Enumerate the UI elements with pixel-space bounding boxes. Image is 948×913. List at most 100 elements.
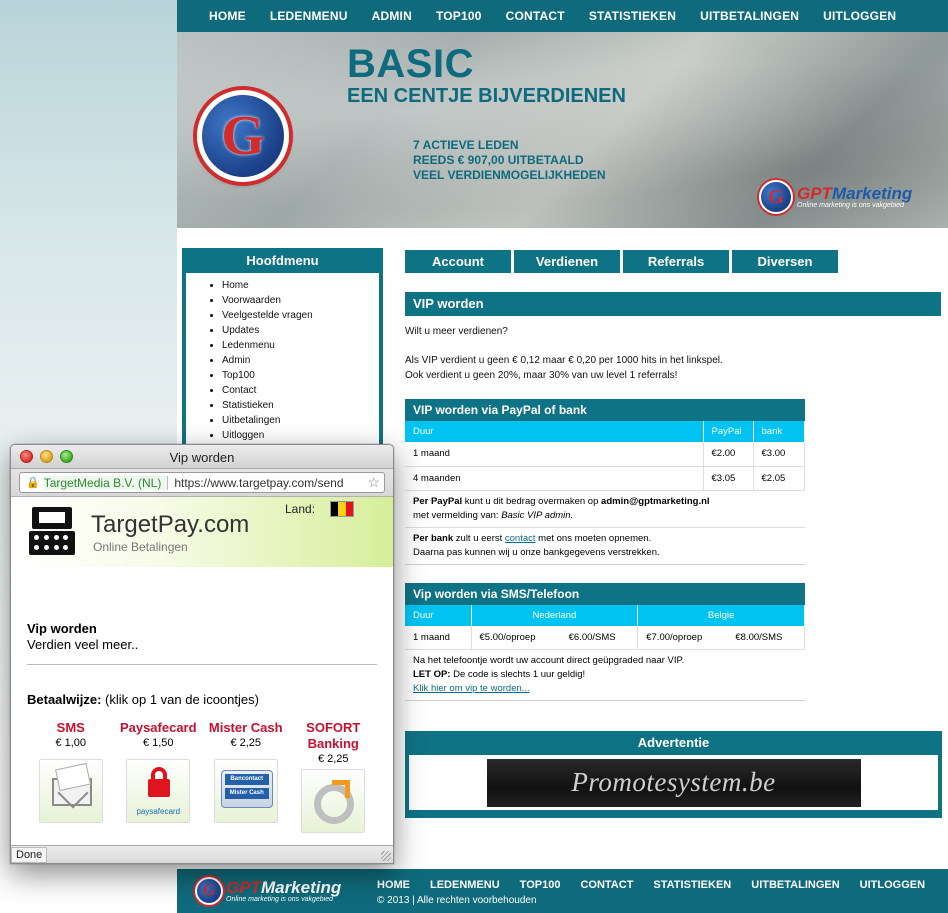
payment-title: Vip worden bbox=[27, 621, 97, 636]
method-sms[interactable]: SMS € 1,00 bbox=[27, 720, 115, 833]
sms-box: Vip worden via SMS/Telefoon Duur Nederla… bbox=[405, 582, 806, 701]
table-row: 4 maanden €3.05 €2.05 bbox=[405, 466, 805, 491]
country-label: Land: bbox=[285, 502, 316, 516]
sidebar-item-top100[interactable]: Top100 bbox=[222, 368, 379, 383]
vip-line2: Ook verdient u geen 20%, maar 30% van uw… bbox=[405, 370, 678, 381]
vip-heading: VIP worden bbox=[405, 292, 941, 316]
section-tabs: Account Verdienen Referrals Diversen bbox=[405, 250, 838, 273]
contact-link[interactable]: contact bbox=[505, 533, 536, 544]
col-bank: bank bbox=[753, 421, 805, 442]
footer: G GPTMarketing Online marketing is ons v… bbox=[177, 869, 948, 913]
paysafecard-icon[interactable]: paysafecard bbox=[126, 759, 191, 823]
url-field[interactable]: 🔒 TargetMedia B.V. (NL) https://www.targ… bbox=[19, 472, 385, 493]
site-logo: G bbox=[197, 90, 289, 182]
method-mister-cash[interactable]: Mister Cash € 2,25 Bancontact Mister Cash bbox=[202, 720, 290, 833]
footer-nav-top100[interactable]: TOP100 bbox=[520, 879, 561, 891]
col-duur: Duur bbox=[405, 421, 704, 442]
paypal-email: admin@gptmarketing.nl bbox=[601, 495, 710, 507]
table-row: 1 maand €2.00 €3.00 bbox=[405, 442, 805, 467]
window-title: Vip worden bbox=[169, 450, 235, 465]
bookmark-star-icon[interactable]: ☆ bbox=[364, 474, 380, 491]
method-paysafecard[interactable]: Paysafecard € 1,50 paysafecard bbox=[115, 720, 203, 833]
nav-uitbetalingen[interactable]: UITBETALINGEN bbox=[700, 9, 799, 23]
sms-heading: Vip worden via SMS/Telefoon bbox=[405, 582, 805, 605]
footer-nav-uitloggen[interactable]: UITLOGGEN bbox=[860, 879, 925, 891]
banner-title: BASIC bbox=[347, 42, 474, 86]
envelope-icon[interactable] bbox=[38, 759, 103, 823]
paypal-table: Duur PayPal bank 1 maand €2.00 €3.00 4 m… bbox=[405, 421, 805, 491]
payment-subtitle: Verdien veel meer.. bbox=[27, 637, 139, 652]
nav-admin[interactable]: ADMIN bbox=[372, 9, 412, 23]
stat-paid-out: REEDS € 907,00 UITBETAALD bbox=[413, 153, 584, 167]
sidebar-item-uitloggen[interactable]: Uitloggen bbox=[222, 428, 379, 443]
sidebar-item-faq[interactable]: Veelgestelde vragen bbox=[222, 308, 379, 323]
bancontact-icon[interactable]: Bancontact Mister Cash bbox=[213, 759, 278, 823]
footer-nav-uitbetalingen[interactable]: UITBETALINGEN bbox=[751, 879, 839, 891]
top-navigation: HOME LEDENMENU ADMIN TOP100 CONTACT STAT… bbox=[177, 0, 948, 32]
col-paypal: PayPal bbox=[703, 421, 754, 442]
advert-title: Advertentie bbox=[637, 735, 710, 750]
sidebar-item-statistieken[interactable]: Statistieken bbox=[222, 398, 379, 413]
payment-popup-window: Vip worden 🔒 TargetMedia B.V. (NL) https… bbox=[10, 444, 394, 864]
belgium-flag-icon[interactable] bbox=[330, 501, 354, 517]
payment-method-label: Betaalwijze: (klik op 1 van de icoontjes… bbox=[27, 692, 259, 707]
sidebar-item-voorwaarden[interactable]: Voorwaarden bbox=[222, 293, 379, 308]
footer-nav-statistieken[interactable]: STATISTIEKEN bbox=[653, 879, 731, 891]
paypal-box: VIP worden via PayPal of bank Duur PayPa… bbox=[405, 399, 805, 565]
banner-subtitle: EEN CENTJE BIJVERDIENEN bbox=[347, 85, 626, 107]
advertisement-panel: Advertentie Promotesystem.be bbox=[405, 731, 942, 818]
vip-intro: Wilt u meer verdienen? bbox=[405, 326, 508, 337]
sidebar-item-home[interactable]: Home bbox=[222, 278, 379, 293]
sms-table: Duur Nederland Belgie 1 maand €5.00/opro… bbox=[405, 604, 806, 650]
stat-active-members: 7 ACTIEVE LEDEN bbox=[413, 138, 519, 152]
sidebar-item-contact[interactable]: Contact bbox=[222, 383, 379, 398]
col-nederland: Nederland bbox=[471, 604, 639, 626]
sidebar-item-ledenmenu[interactable]: Ledenmenu bbox=[222, 338, 379, 353]
tab-account[interactable]: Account bbox=[405, 250, 511, 273]
footer-nav-contact[interactable]: CONTACT bbox=[580, 879, 633, 891]
sidebar-item-uitbetalingen[interactable]: Uitbetalingen bbox=[222, 413, 379, 428]
paypal-instructions: Per PayPal kunt u dit bedrag overmaken o… bbox=[405, 491, 805, 528]
url-text[interactable]: https://www.targetpay.com/send bbox=[168, 476, 343, 490]
certificate-org[interactable]: TargetMedia B.V. (NL) bbox=[43, 475, 169, 490]
table-row: 1 maand €5.00/oproep €6.00/SMS €7.00/opr… bbox=[405, 625, 806, 650]
nav-contact[interactable]: CONTACT bbox=[506, 9, 565, 23]
tab-referrals[interactable]: Referrals bbox=[623, 250, 729, 273]
col-duur: Duur bbox=[405, 604, 472, 626]
sidebar-title: Hoofdmenu bbox=[246, 253, 319, 268]
footer-navigation: HOME LEDENMENU TOP100 CONTACT STATISTIEK… bbox=[377, 879, 945, 891]
footer-nav-home[interactable]: HOME bbox=[377, 879, 410, 891]
main-content: VIP worden Wilt u meer verdienen? Als VI… bbox=[405, 292, 941, 701]
vip-line1: Als VIP verdient u geen € 0,12 maar € 0,… bbox=[405, 355, 723, 366]
nav-statistieken[interactable]: STATISTIEKEN bbox=[589, 9, 676, 23]
sidebar-item-updates[interactable]: Updates bbox=[222, 323, 379, 338]
nav-home[interactable]: HOME bbox=[209, 9, 246, 23]
targetpay-header: TargetPay.com Online Betalingen Land: bbox=[11, 497, 393, 567]
sms-notes: Na het telefoontje wordt uw account dire… bbox=[413, 655, 685, 694]
tab-diversen[interactable]: Diversen bbox=[732, 250, 838, 273]
sofort-icon[interactable] bbox=[301, 769, 366, 833]
header-banner: G BASIC EEN CENTJE BIJVERDIENEN 7 ACTIEV… bbox=[177, 32, 948, 228]
targetpay-brand: TargetPay.com bbox=[91, 511, 250, 538]
bank-instructions: Per bank zult u eerst contact met ons mo… bbox=[413, 532, 660, 558]
divider bbox=[27, 664, 377, 665]
advert-banner[interactable]: Promotesystem.be bbox=[486, 758, 861, 807]
footer-logo: G GPTMarketing Online marketing is ons v… bbox=[195, 877, 341, 905]
paypal-heading: VIP worden via PayPal of bank bbox=[405, 399, 805, 421]
sidebar-item-admin[interactable]: Admin bbox=[222, 353, 379, 368]
targetpay-subtitle: Online Betalingen bbox=[93, 540, 188, 554]
window-titlebar[interactable]: Vip worden bbox=[11, 445, 393, 469]
footer-nav-ledenmenu[interactable]: LEDENMENU bbox=[430, 879, 500, 891]
gpt-marketing-logo: G GPTMarketing Online marketing is ons v… bbox=[759, 180, 912, 214]
copyright: © 2013 | Alle rechten voorbehouden bbox=[377, 895, 537, 906]
address-bar: 🔒 TargetMedia B.V. (NL) https://www.targ… bbox=[11, 469, 393, 497]
banner-stats: 7 ACTIEVE LEDEN REEDS € 907,00 UITBETAAL… bbox=[413, 138, 605, 183]
tab-verdienen[interactable]: Verdienen bbox=[514, 250, 620, 273]
resize-grip-icon[interactable] bbox=[381, 851, 391, 861]
nav-top100[interactable]: TOP100 bbox=[436, 9, 482, 23]
method-sofort[interactable]: SOFORT Banking € 2,25 bbox=[290, 720, 378, 833]
become-vip-link[interactable]: Klik hier om vip te worden... bbox=[413, 683, 530, 694]
nav-uitloggen[interactable]: UITLOGGEN bbox=[823, 9, 896, 23]
nav-ledenmenu[interactable]: LEDENMENU bbox=[270, 9, 348, 23]
sidebar-main-menu: Hoofdmenu Home Voorwaarden Veelgestelde … bbox=[182, 248, 383, 448]
